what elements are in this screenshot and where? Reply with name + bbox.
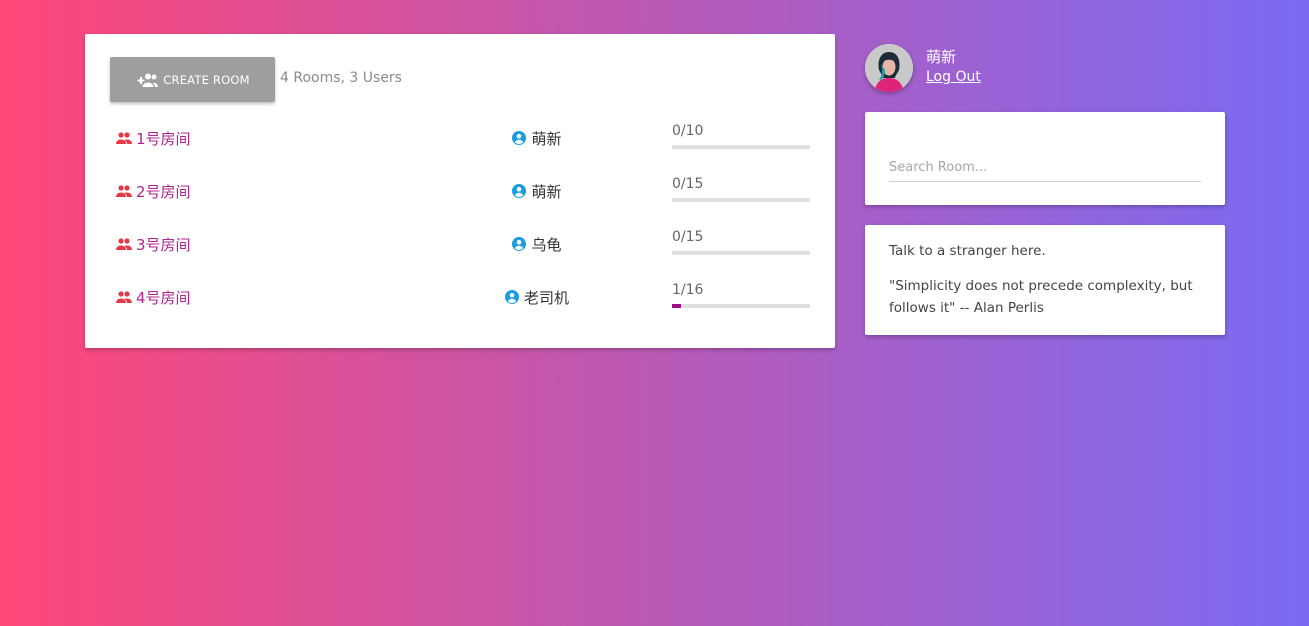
room-capacity: 0/10 (672, 123, 704, 139)
quote-text: "Simplicity does not precede complexity,… (889, 278, 1193, 316)
search-card (865, 112, 1225, 205)
room-link[interactable]: 2号房间 (116, 180, 191, 202)
owner-name: 乌龟 (531, 235, 562, 254)
capacity-progress-bar (672, 304, 810, 308)
owner-name: 萌新 (531, 182, 562, 201)
room-row[interactable]: 4号房间 老司机 1/16 (85, 282, 835, 316)
info-card: Talk to a stranger here. "Simplicity doe… (865, 225, 1225, 335)
account-circle-icon (504, 290, 519, 304)
capacity-progress-bar (672, 145, 810, 149)
username: 萌新 (926, 48, 957, 66)
room-capacity: 0/15 (672, 176, 704, 192)
room-link[interactable]: 1号房间 (116, 127, 191, 149)
capacity-progress-bar (672, 198, 810, 202)
room-owner: 萌新 (477, 127, 597, 149)
room-owner: 老司机 (477, 286, 597, 308)
user-profile: 萌新 Log Out (865, 44, 1225, 94)
account-circle-icon (512, 237, 527, 251)
room-owner: 萌新 (477, 180, 597, 202)
capacity-progress-bar (672, 251, 810, 255)
rooms-summary: 4 Rooms, 3 Users (280, 70, 402, 86)
room-name: 2号房间 (136, 182, 191, 201)
avatar[interactable] (865, 44, 913, 92)
room-owner: 乌龟 (477, 233, 597, 255)
room-row[interactable]: 2号房间 萌新 0/15 (85, 176, 835, 210)
room-capacity: 1/16 (672, 282, 704, 298)
owner-name: 萌新 (531, 129, 562, 148)
room-name: 3号房间 (136, 235, 191, 254)
info-text: Talk to a stranger here. (889, 243, 1046, 259)
room-row[interactable]: 1号房间 萌新 0/10 (85, 123, 835, 157)
group-icon (116, 238, 132, 250)
account-circle-icon (512, 131, 527, 145)
room-name: 1号房间 (136, 129, 191, 148)
group-icon (116, 132, 132, 144)
room-link[interactable]: 3号房间 (116, 233, 191, 255)
room-row[interactable]: 3号房间 乌龟 0/15 (85, 229, 835, 263)
create-room-button[interactable]: CREATE ROOM (110, 57, 275, 102)
group-icon (116, 291, 132, 303)
group-icon (116, 185, 132, 197)
room-name: 4号房间 (136, 288, 191, 307)
create-room-label: CREATE ROOM (163, 72, 250, 87)
room-link[interactable]: 4号房间 (116, 286, 191, 308)
avatar-image (865, 44, 913, 92)
room-capacity: 0/15 (672, 229, 704, 245)
capacity-progress-fill (672, 304, 681, 308)
owner-name: 老司机 (523, 288, 569, 307)
logout-link[interactable]: Log Out (926, 69, 981, 85)
rooms-card: CREATE ROOM 4 Rooms, 3 Users 1号房间 萌新 0/10 2… (85, 34, 835, 348)
account-circle-icon (512, 184, 527, 198)
group-add-icon (137, 73, 159, 87)
search-input[interactable] (889, 154, 1201, 182)
